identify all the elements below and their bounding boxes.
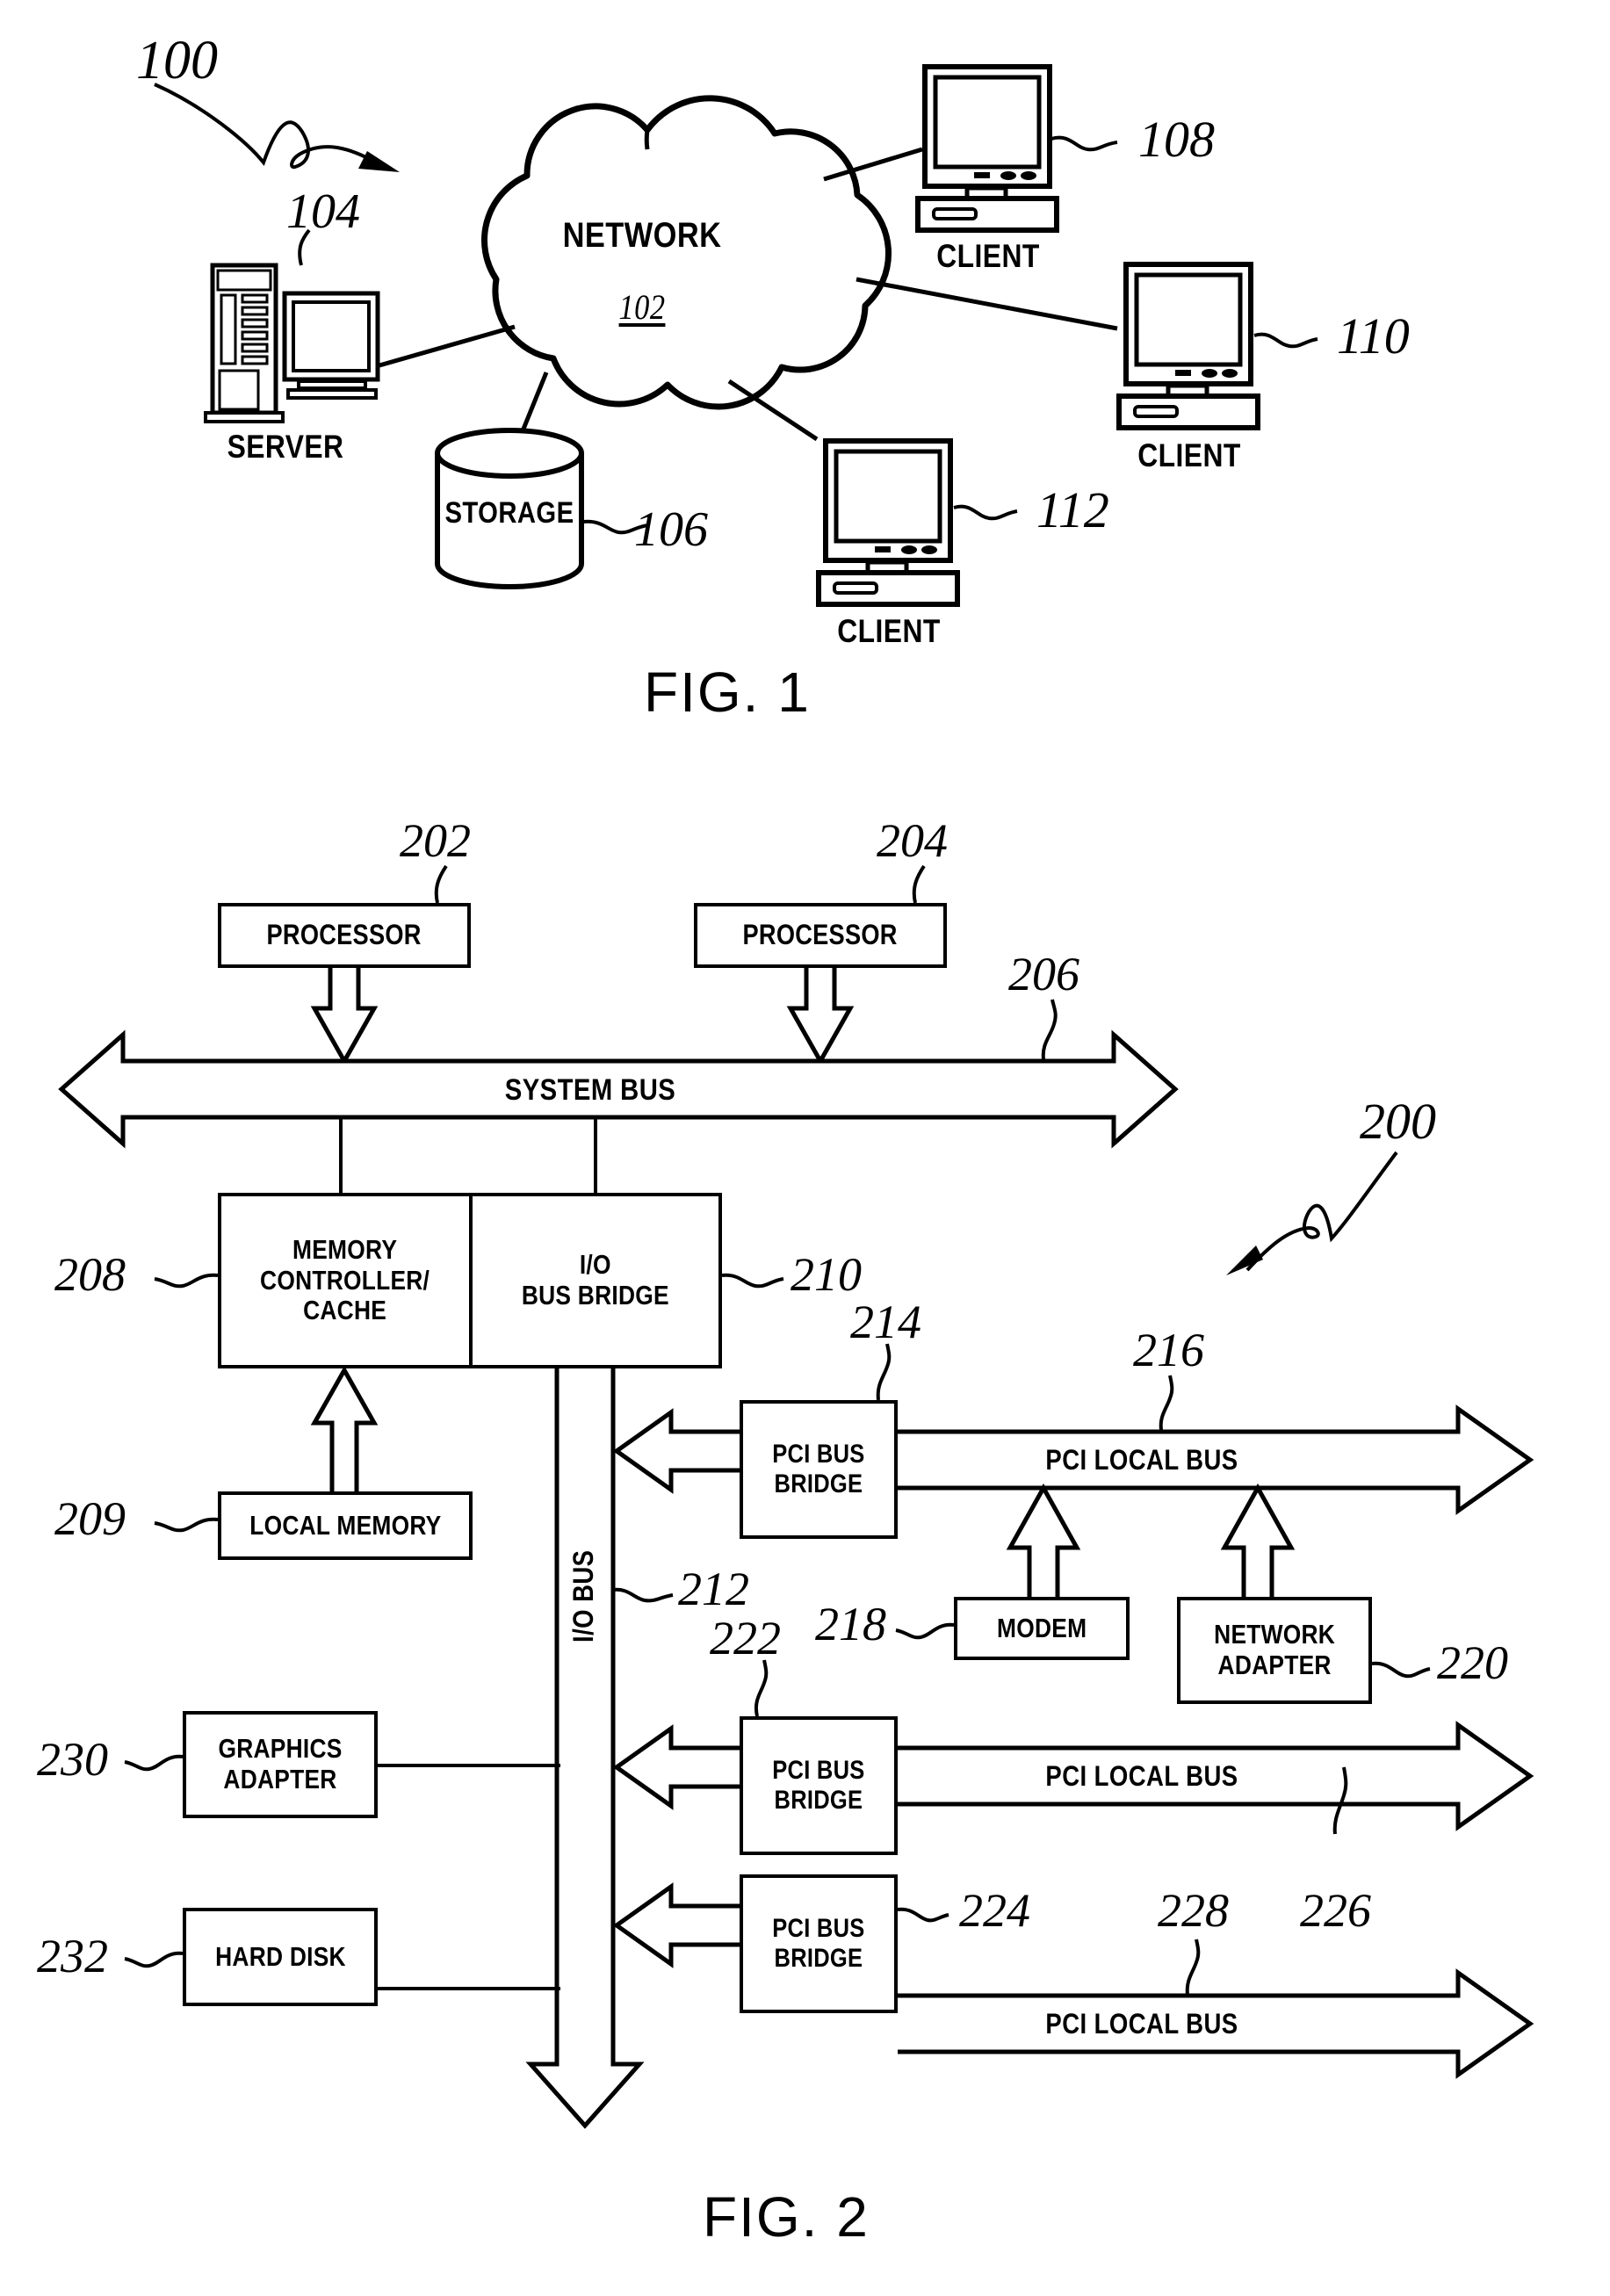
figure-2: PROCESSOR 202 PROCESSOR 204 SYSTEM BUS 2… bbox=[0, 0, 1610, 2296]
figure-2-caption: FIG. 2 bbox=[703, 2185, 870, 2249]
hard-disk-ref-leader bbox=[124, 1951, 184, 1968]
hard-disk-ref-232: 232 bbox=[37, 1930, 108, 1982]
patent-figure-sheet: 100 NETWORK 102 SERVER 104 STORAGE 106 C… bbox=[0, 0, 1610, 2296]
